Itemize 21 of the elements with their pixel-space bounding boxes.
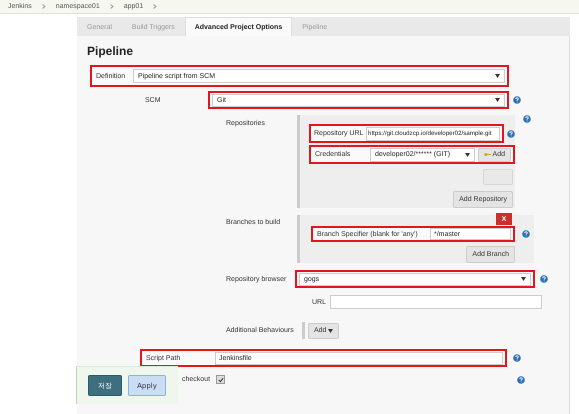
help-icon[interactable] [513, 354, 521, 362]
caret-icon [464, 152, 470, 156]
help-icon[interactable] [507, 130, 515, 138]
help-icon[interactable] [523, 115, 531, 123]
help-icon[interactable] [522, 230, 530, 238]
caret-icon [521, 277, 526, 281]
help-icon[interactable] [517, 376, 526, 384]
caret-icon [495, 74, 500, 78]
chevron-icon [42, 4, 46, 9]
url-field[interactable] [330, 295, 542, 309]
key-icon [484, 152, 491, 157]
divider-bar [302, 322, 305, 339]
help-icon[interactable] [513, 96, 521, 104]
checkbox[interactable] [216, 375, 226, 384]
chevron-icon [153, 4, 158, 9]
chevron-icon [110, 4, 114, 9]
caret-icon [328, 328, 334, 332]
check-icon [218, 376, 224, 382]
caret-icon [495, 98, 500, 102]
help-icon[interactable] [540, 275, 548, 283]
section-title: Pipeline [86, 43, 134, 59]
